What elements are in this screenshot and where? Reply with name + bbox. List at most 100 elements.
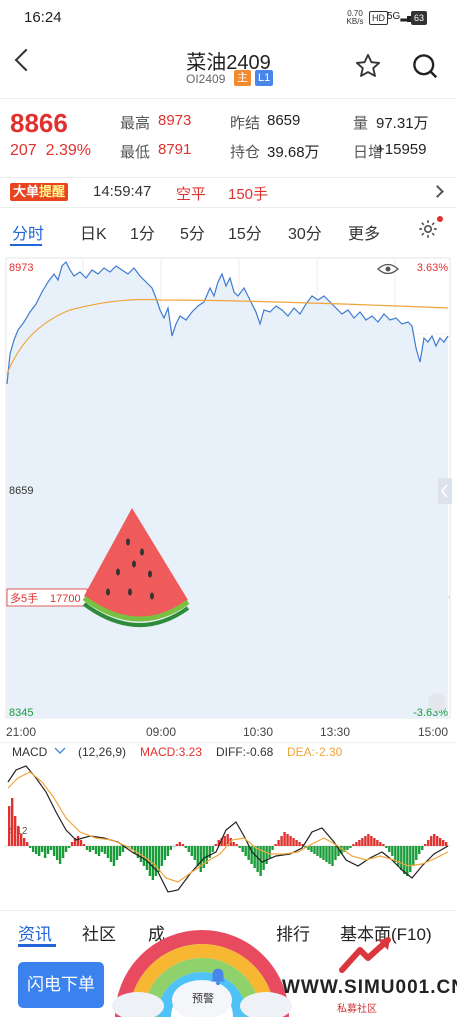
macd-bar [316, 846, 319, 856]
macd-bar [193, 846, 196, 860]
tab-period[interactable]: 1分 [130, 220, 155, 244]
macd-bar [76, 836, 80, 846]
macd-bar [22, 838, 26, 846]
macd-bar [199, 846, 202, 872]
macd-bar [100, 846, 104, 852]
macd-bar [262, 846, 265, 870]
hd-icon: HD [369, 11, 388, 25]
quote-value: +15959 [376, 141, 427, 158]
macd-bar [370, 836, 373, 846]
l1-tag: L1 [255, 70, 274, 86]
scroll-button[interactable] [428, 693, 446, 711]
macd-bar [79, 840, 83, 846]
macd-bar [85, 846, 89, 850]
intraday-chart[interactable]: 8973 3.63% 8659 8345 -3.63% 多5手 17700 21:00 09:0… [0, 252, 457, 742]
price-low-label: 8345 [9, 707, 33, 719]
macd-bar [253, 846, 256, 868]
bell-icon[interactable] [207, 963, 229, 987]
macd-bar [241, 846, 244, 852]
macd-bar [412, 846, 415, 866]
macd-bar [70, 842, 74, 846]
macd-bar [382, 844, 385, 846]
quote-label: 持仓 [230, 144, 261, 161]
macd-chart[interactable]: MACD (12,26,9) MACD:3.23 DIFF:-0.68 DEA:-2.3… [0, 742, 457, 907]
macd-bar [289, 836, 292, 846]
macd-bar [166, 846, 170, 856]
watermark-logo-icon [339, 937, 391, 973]
macd-bar [235, 844, 238, 846]
chevron-right-icon[interactable] [431, 185, 444, 198]
macd-bar [445, 842, 448, 846]
macd-bar [19, 834, 23, 846]
tab-period[interactable]: 15分 [228, 220, 262, 244]
main-tag: 主 [234, 70, 251, 86]
macd-bar [415, 846, 418, 860]
quote-value: 8791 [158, 141, 192, 158]
tab-period[interactable]: 30分 [288, 220, 322, 244]
macd-bar [43, 846, 47, 858]
macd-bar [292, 838, 295, 846]
macd-bar [433, 834, 436, 846]
macd-bar [160, 846, 164, 866]
macd-bar [424, 844, 427, 846]
macd-bar [238, 846, 241, 848]
macd-bar [319, 846, 322, 858]
settings-gear-icon[interactable] [417, 218, 439, 240]
macd-bar [379, 842, 382, 846]
macd-bar [283, 832, 286, 846]
macd-bar [8, 806, 11, 846]
macd-bar [418, 846, 421, 854]
tab-period[interactable]: 分时 [12, 220, 44, 244]
divider [0, 207, 457, 208]
macd-bar [118, 846, 122, 856]
macd-bar [184, 846, 187, 848]
macd-bar [106, 846, 110, 858]
tab-period[interactable]: 日K [80, 220, 107, 244]
search-icon[interactable] [410, 51, 440, 81]
pct-low-label: -3.63% [413, 707, 448, 719]
macd-bar [127, 846, 131, 847]
macd-bar [178, 842, 182, 846]
big-order-badge: 大单提醒 [10, 183, 69, 201]
alert-time: 14:59:47 [93, 183, 152, 200]
macd-bar [13, 816, 17, 846]
macd-bar [196, 846, 199, 866]
macd-bar [121, 846, 125, 852]
warning-label[interactable]: 预警 [192, 990, 214, 1006]
chevron-down-icon[interactable] [54, 747, 66, 754]
macd-bar [223, 836, 226, 846]
tab-period[interactable]: 更多 [348, 220, 380, 244]
indicator-name[interactable]: MACD [12, 745, 48, 759]
macd-bar [352, 844, 355, 846]
flash-order-button[interactable]: 闪电下单 [18, 962, 104, 1008]
dea-line [7, 771, 449, 883]
macd-value: MACD:3.23 [140, 745, 202, 759]
favorite-star-icon[interactable] [354, 52, 382, 80]
bottom-tab[interactable]: 资讯 [18, 920, 52, 945]
macd-bar [187, 846, 190, 852]
macd-bar [211, 846, 214, 852]
macd-bar [49, 846, 53, 850]
status-bar: 16:24 0.70KB/s HD 5G▂▄▆ 63 [0, 0, 457, 36]
quote-value: 8973 [158, 112, 192, 129]
macd-bar [31, 846, 35, 852]
macd-bar [277, 840, 280, 846]
divider [0, 177, 457, 178]
macd-bar [373, 838, 376, 846]
macd-bar [16, 826, 20, 846]
bottom-tab[interactable]: 社区 [82, 920, 116, 945]
alert-volume: 150手 [228, 186, 269, 203]
macd-bar [97, 846, 101, 856]
tab-period[interactable]: 5分 [180, 220, 205, 244]
macd-bar [442, 840, 445, 846]
quote-value: 97.31万 [376, 115, 429, 132]
macd-bar [94, 846, 98, 854]
macd-bar [400, 846, 403, 870]
macd-bar [244, 846, 247, 856]
side-panel-handle[interactable] [438, 478, 452, 504]
status-time: 16:24 [24, 9, 62, 26]
macd-bar [328, 846, 331, 864]
macd-bar [298, 842, 301, 846]
macd-bar [364, 836, 367, 846]
quote-value: 39.68万 [267, 144, 320, 161]
